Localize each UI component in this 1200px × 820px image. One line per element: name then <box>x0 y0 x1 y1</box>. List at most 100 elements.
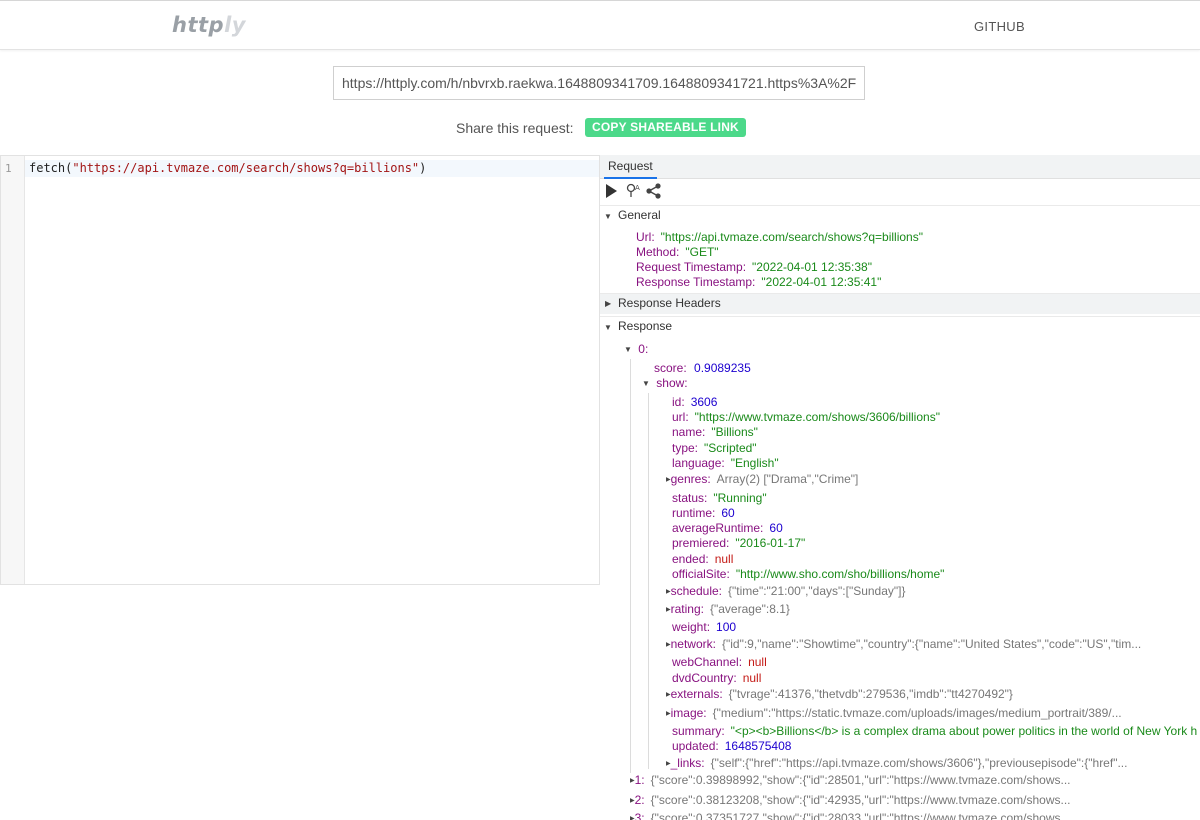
line-number: 1 <box>5 162 12 175</box>
field-key: premiered: <box>672 536 730 550</box>
app-logo[interactable]: httply <box>172 13 246 37</box>
field-key: ended: <box>672 552 709 566</box>
chevron-down-icon: ▼ <box>604 212 612 221</box>
panel-tabbar: Request <box>600 155 1200 179</box>
field-key: runtime: <box>672 506 716 520</box>
shared-url-input[interactable] <box>333 66 865 100</box>
top-bar: httply GITHUB <box>0 0 1200 50</box>
show-field-row[interactable]: ▶rating: {"average":8.1} <box>666 602 790 617</box>
svg-text:A: A <box>635 184 640 192</box>
logo-part-2: ly <box>224 13 246 37</box>
field-value: Array(2) ["Drama","Crime"] <box>716 472 859 486</box>
general-field-key: Url: <box>636 230 655 244</box>
field-value: 3606 <box>690 395 718 409</box>
chevron-right-icon: ▶ <box>666 589 671 595</box>
show-field-row: summary: "<p><b>Billions</b> is a complex… <box>672 724 1197 739</box>
code-end: ) <box>419 161 427 175</box>
response-item-row[interactable]: ▶1: {"score":0.39898992,"show":{"id":2850… <box>630 773 1071 788</box>
field-value: "2016-01-17" <box>735 536 806 550</box>
response-label: Response <box>618 319 673 333</box>
field-key: dvdCountry: <box>672 671 737 685</box>
code-fn: fetch( <box>29 161 73 175</box>
item-value: {"score":0.39898992,"show":{"id":28501,"… <box>650 773 1071 787</box>
chevron-down-icon: ▼ <box>604 323 612 332</box>
item-key: 2: <box>634 793 645 807</box>
chevron-right-icon: ▶ <box>666 692 671 698</box>
item-0-row[interactable]: ▼ 0: <box>624 342 648 357</box>
chevron-right-icon: ▶ <box>666 477 671 483</box>
field-key: weight: <box>672 620 711 634</box>
field-key: network: <box>670 637 716 651</box>
item-0-key: 0: <box>638 342 649 356</box>
score-key: score: <box>654 361 687 375</box>
general-field-row: Request Timestamp: "2022-04-01 12:35:38" <box>636 260 872 275</box>
field-key: schedule: <box>670 584 722 598</box>
show-row[interactable]: ▼ show: <box>642 376 688 391</box>
general-field-key: Request Timestamp: <box>636 260 747 274</box>
tree-guide <box>630 359 631 773</box>
response-item-row[interactable]: ▶2: {"score":0.38123208,"show":{"id":4293… <box>630 793 1071 808</box>
show-field-row[interactable]: ▶network: {"id":9,"name":"Showtime","coun… <box>666 637 1141 652</box>
tab-request[interactable]: Request <box>604 155 657 179</box>
response-section-header[interactable]: ▼ Response <box>600 316 1200 337</box>
field-value: null <box>714 552 734 566</box>
general-section-header[interactable]: ▼ General <box>600 205 1200 226</box>
show-field-row[interactable]: ▶schedule: {"time":"21:00","days":["Sunda… <box>666 584 906 599</box>
copy-shareable-link-button[interactable]: COPY SHAREABLE LINK <box>585 118 746 137</box>
github-link[interactable]: GITHUB <box>974 19 1025 34</box>
show-field-row[interactable]: ▶genres: Array(2) ["Drama","Crime"] <box>666 472 858 487</box>
show-field-row: id: 3606 <box>672 395 717 410</box>
show-field-row[interactable]: ▶_links: {"self":{"href":"https://api.tvm… <box>666 756 1127 771</box>
item-value: {"score":0.38123208,"show":{"id":42935,"… <box>650 793 1071 807</box>
show-field-row: updated: 1648575408 <box>672 739 791 754</box>
field-key: officialSite: <box>672 567 730 581</box>
show-field-row: officialSite: "http://www.sho.com/sho/bil… <box>672 567 944 582</box>
field-value: {"id":9,"name":"Showtime","country":{"na… <box>721 637 1142 651</box>
tree-guide <box>648 393 649 769</box>
general-field-row: Method: "GET" <box>636 245 719 260</box>
score-row: score: 0.9089235 <box>654 361 751 376</box>
show-field-row: averageRuntime: 60 <box>672 521 783 536</box>
show-field-row: name: "Billions" <box>672 425 758 440</box>
field-value: "https://www.tvmaze.com/shows/3606/billi… <box>694 410 940 424</box>
chevron-down-icon: ▼ <box>642 379 650 388</box>
field-value: 60 <box>721 506 735 520</box>
field-value: 1648575408 <box>724 739 792 753</box>
field-value: 100 <box>716 620 737 634</box>
field-key: updated: <box>672 739 719 753</box>
code-editor[interactable]: 1 fetch("https://api.tvmaze.com/search/s… <box>0 155 600 585</box>
chevron-right-icon: ▶ <box>666 642 671 648</box>
show-field-row[interactable]: ▶externals: {"tvrage":41376,"thetvdb":279… <box>666 687 1013 702</box>
show-field-row: type: "Scripted" <box>672 441 757 456</box>
inspect-icon[interactable]: A <box>626 182 642 203</box>
response-headers-section[interactable]: ▶ Response Headers <box>600 293 1200 314</box>
show-field-row: weight: 100 <box>672 620 736 635</box>
request-panel: Request A ▼ General Url: "https://api.tvm… <box>600 155 1200 820</box>
field-value: {"self":{"href":"https://api.tvmaze.com/… <box>710 756 1128 770</box>
logo-part-1: http <box>172 13 225 37</box>
code-line-1[interactable]: fetch("https://api.tvmaze.com/search/sho… <box>25 160 599 177</box>
play-icon[interactable] <box>604 183 618 202</box>
chevron-right-icon: ▶ <box>605 299 612 308</box>
general-field-key: Response Timestamp: <box>636 275 756 289</box>
chevron-down-icon: ▼ <box>624 345 632 354</box>
item-value: {"score":0.37351727,"show":{"id":28033,"… <box>650 811 1071 820</box>
request-toolbar: A <box>600 181 1200 203</box>
field-key: url: <box>672 410 689 424</box>
chevron-right-icon: ▶ <box>666 711 671 717</box>
response-item-row[interactable]: ▶3: {"score":0.37351727,"show":{"id":2803… <box>630 811 1071 820</box>
chevron-right-icon: ▶ <box>630 816 635 820</box>
share-icon[interactable] <box>645 182 663 203</box>
show-field-row[interactable]: ▶image: {"medium":"https://static.tvmaze.… <box>666 706 1122 721</box>
field-key: status: <box>672 491 708 505</box>
field-key: webChannel: <box>672 655 743 669</box>
chevron-right-icon: ▶ <box>666 607 671 613</box>
field-value: null <box>742 671 762 685</box>
chevron-right-icon: ▶ <box>630 798 635 804</box>
item-key: 1: <box>634 773 645 787</box>
field-key: averageRuntime: <box>672 521 764 535</box>
field-key: genres: <box>670 472 711 486</box>
field-value: "Scripted" <box>704 441 757 455</box>
show-field-row: runtime: 60 <box>672 506 735 521</box>
general-field-row: Response Timestamp: "2022-04-01 12:35:41" <box>636 275 881 290</box>
